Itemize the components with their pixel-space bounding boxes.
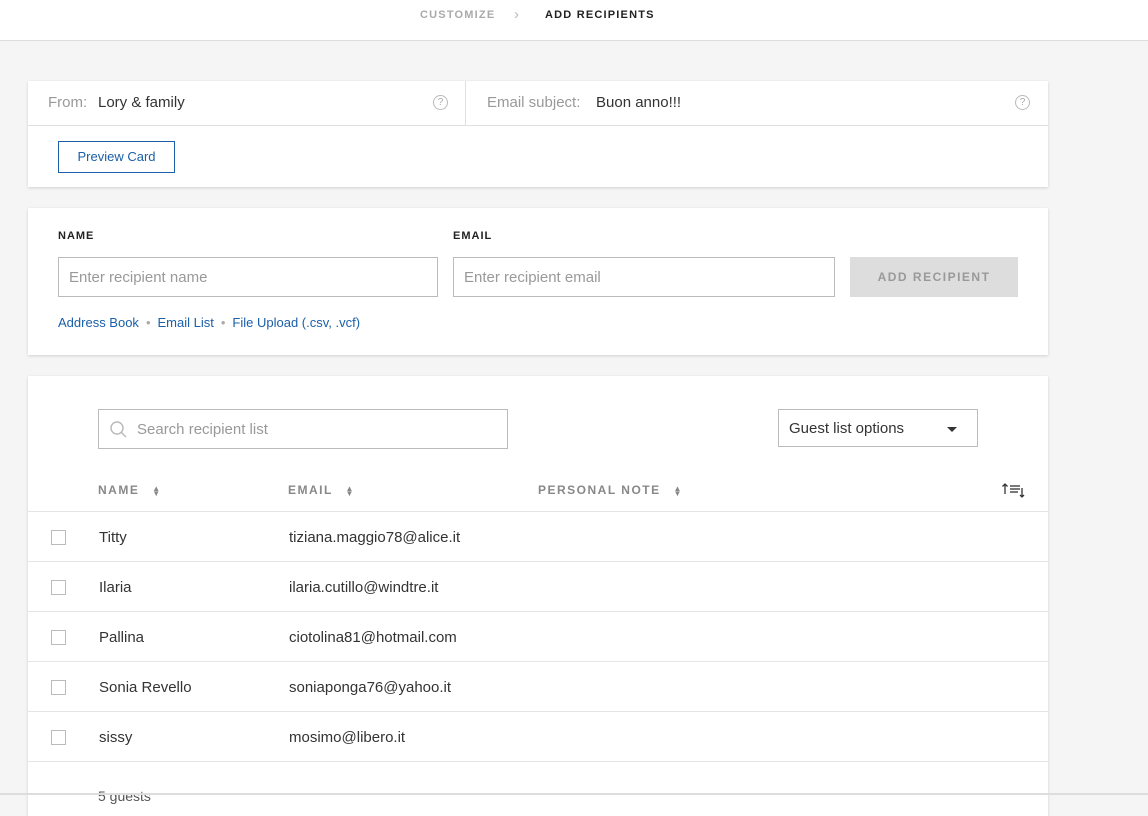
cell-name: Titty: [99, 529, 127, 546]
file-upload-link[interactable]: File Upload (.csv, .vcf): [232, 315, 360, 330]
column-header-email-label: EMAIL: [288, 483, 333, 497]
link-separator: •: [145, 315, 151, 330]
help-icon[interactable]: ?: [433, 95, 448, 110]
add-recipient-button[interactable]: ADD RECIPIENT: [850, 257, 1018, 297]
envelope-card: From: Lory & family ? Email subject: Buo…: [28, 81, 1048, 187]
row-checkbox[interactable]: [51, 730, 66, 745]
column-header-name[interactable]: NAME ▲ ▼: [98, 483, 162, 497]
preview-card-button[interactable]: Preview Card: [58, 141, 175, 173]
from-value[interactable]: Lory & family: [98, 94, 185, 111]
row-checkbox[interactable]: [51, 630, 66, 645]
top-bar: CUSTOMIZE › ADD RECIPIENTS: [0, 0, 1148, 41]
guest-list-options-label: Guest list options: [789, 420, 905, 437]
recipient-email-input[interactable]: [453, 257, 835, 297]
chevron-right-icon: ›: [514, 6, 519, 23]
add-recipient-card: NAME EMAIL ADD RECIPIENT Address Book • Em…: [28, 208, 1048, 355]
caret-down-icon: [947, 427, 957, 432]
table-row[interactable]: Sonia Revello soniaponga76@yahoo.it: [28, 662, 1048, 712]
table-row[interactable]: Pallina ciotolina81@hotmail.com: [28, 612, 1048, 662]
column-header-note-label: PERSONAL NOTE: [538, 483, 661, 497]
search-box[interactable]: [98, 409, 508, 449]
sort-icon: ▲ ▼: [152, 483, 162, 498]
link-separator: •: [220, 315, 226, 330]
email-list-link[interactable]: Email List: [158, 315, 214, 330]
import-links: Address Book • Email List • File Upload (.cs…: [58, 315, 360, 330]
name-label: NAME: [58, 230, 95, 242]
from-field[interactable]: From: Lory & family ?: [28, 81, 466, 125]
table-row[interactable]: Titty tiziana.maggio78@alice.it: [28, 512, 1048, 562]
sort-list-icon[interactable]: [1001, 481, 1025, 499]
cell-email: tiziana.maggio78@alice.it: [289, 529, 461, 546]
from-label: From:: [48, 94, 88, 111]
recipient-name-input[interactable]: [58, 257, 438, 297]
address-book-link[interactable]: Address Book: [58, 315, 139, 330]
cell-email: ilaria.cutillo@windtre.it: [289, 579, 439, 596]
column-header-email[interactable]: EMAIL ▲ ▼: [288, 483, 355, 497]
cell-email: ciotolina81@hotmail.com: [289, 629, 457, 646]
search-input[interactable]: [137, 410, 497, 448]
subject-value[interactable]: Buon anno!!!: [596, 94, 681, 111]
cell-name: sissy: [99, 729, 133, 746]
cell-name: Pallina: [99, 629, 145, 646]
subject-label: Email subject:: [487, 94, 581, 111]
search-icon: [110, 421, 127, 438]
recipient-list-card: Guest list options NAME ▲▼ EMAIL ▲▼ PERS…: [28, 376, 1048, 816]
guest-count: 5 guests: [98, 788, 151, 804]
column-header-personal-note[interactable]: PERSONAL NOTE ▲ ▼: [538, 483, 683, 497]
guest-list-options-select[interactable]: Guest list options: [778, 409, 978, 447]
cell-email: mosimo@libero.it: [289, 729, 406, 746]
cell-name: Sonia Revello: [99, 679, 192, 696]
column-header-name-label: NAME: [98, 483, 140, 497]
email-label: EMAIL: [453, 230, 493, 242]
sort-icon: ▲ ▼: [345, 483, 355, 498]
cell-email: soniaponga76@yahoo.it: [289, 679, 452, 696]
row-checkbox[interactable]: [51, 680, 66, 695]
row-checkbox[interactable]: [51, 580, 66, 595]
sort-icon: ▲ ▼: [673, 483, 683, 498]
envelope-fields: From: Lory & family ? Email subject: Buo…: [28, 81, 1048, 126]
table-row[interactable]: sissy mosimo@libero.it: [28, 712, 1048, 762]
table-row[interactable]: Ilaria ilaria.cutillo@windtre.it: [28, 562, 1048, 612]
breadcrumb-add-recipients: ADD RECIPIENTS: [545, 9, 655, 21]
row-checkbox[interactable]: [51, 530, 66, 545]
cell-name: Ilaria: [99, 579, 132, 596]
help-icon[interactable]: ?: [1015, 95, 1030, 110]
breadcrumb-customize[interactable]: CUSTOMIZE: [420, 9, 495, 21]
